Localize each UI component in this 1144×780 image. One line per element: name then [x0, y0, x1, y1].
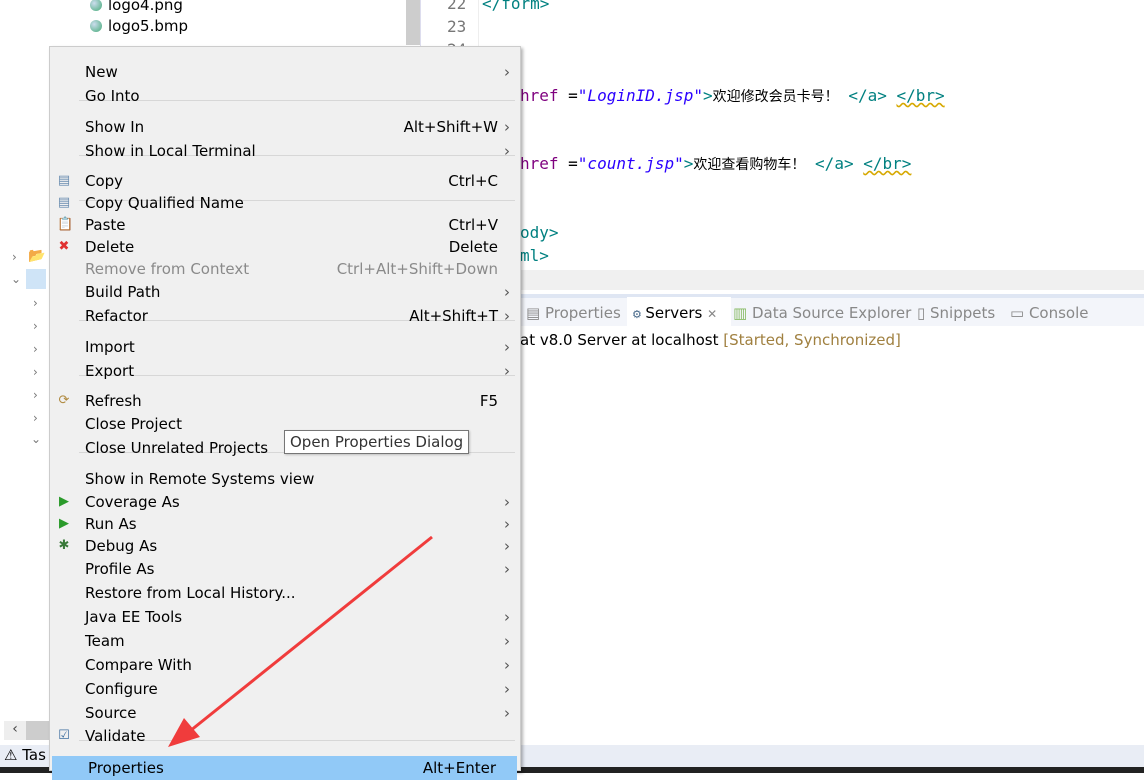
- annotation-arrow-shaft: [189, 535, 433, 733]
- annotation-arrow-head: [168, 718, 200, 747]
- annotation-layer: [168, 535, 433, 747]
